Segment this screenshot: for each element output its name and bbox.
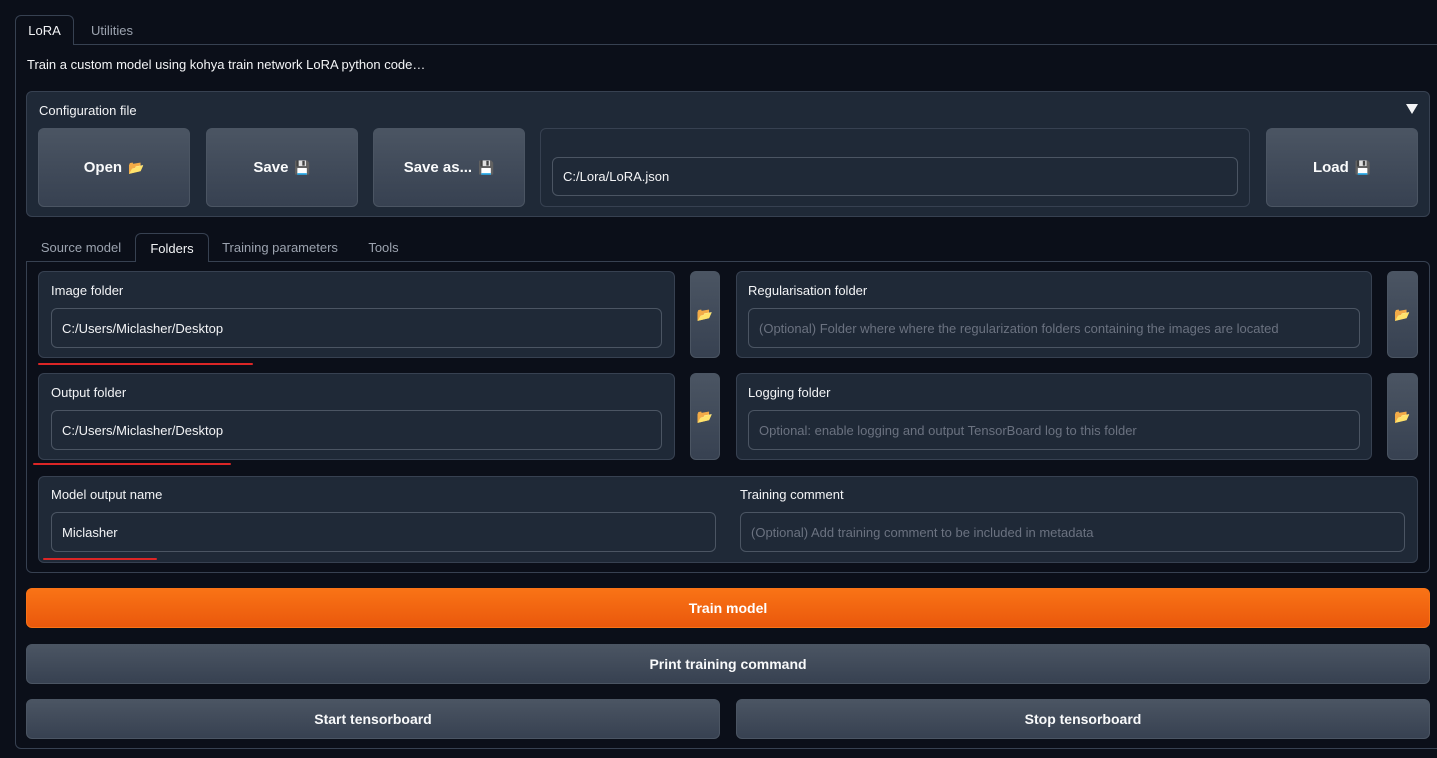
reg-folder-browse-button[interactable]: 📂 bbox=[1387, 271, 1418, 358]
tab-folders[interactable]: Folders bbox=[135, 233, 209, 262]
start-tensorboard-button[interactable]: Start tensorboard bbox=[26, 699, 720, 739]
save-label: Save bbox=[253, 159, 289, 176]
annotation-underline bbox=[38, 363, 253, 365]
annotation-underline bbox=[43, 558, 157, 560]
config-accordion-title[interactable]: Configuration file bbox=[39, 103, 137, 118]
open-label: Open bbox=[83, 159, 123, 176]
logging-folder-input[interactable]: Optional: enable logging and output Tens… bbox=[748, 410, 1360, 450]
output-folder-input[interactable]: C:/Users/Miclasher/Desktop bbox=[51, 410, 662, 450]
save-config-button[interactable]: Save 💾 bbox=[206, 128, 358, 207]
tab-source-model[interactable]: Source model bbox=[30, 233, 132, 262]
save-as-config-button[interactable]: Save as... 💾 bbox=[373, 128, 525, 207]
folder-icon: 📂 bbox=[1394, 306, 1411, 322]
reg-folder-label: Regularisation folder bbox=[748, 283, 868, 298]
folder-icon: 📂 bbox=[128, 159, 145, 175]
train-model-button[interactable]: Train model bbox=[26, 588, 1430, 628]
tab-label: Source model bbox=[40, 240, 122, 255]
tab-label: Training parameters bbox=[222, 240, 338, 255]
image-folder-browse-button[interactable]: 📂 bbox=[690, 271, 720, 358]
tab-label: LoRA bbox=[28, 23, 61, 38]
output-folder-browse-button[interactable]: 📂 bbox=[690, 373, 720, 460]
floppy-disk-icon: 💾 bbox=[294, 159, 311, 175]
floppy-disk-icon: 💾 bbox=[478, 159, 495, 175]
tab-label: Folders bbox=[150, 240, 194, 256]
logging-folder-browse-button[interactable]: 📂 bbox=[1387, 373, 1418, 460]
collapse-caret-icon[interactable] bbox=[1406, 104, 1418, 114]
tab-label: Utilities bbox=[91, 22, 133, 38]
folder-icon: 📂 bbox=[696, 306, 714, 322]
tab-tools[interactable]: Tools bbox=[356, 233, 411, 262]
tab-label: Tools bbox=[368, 240, 399, 255]
image-folder-input[interactable]: C:/Users/Miclasher/Desktop bbox=[51, 308, 662, 348]
image-folder-label: Image folder bbox=[51, 283, 124, 298]
output-folder-label: Output folder bbox=[51, 385, 127, 400]
print-training-command-button[interactable]: Print training command bbox=[26, 644, 1430, 684]
model-output-name-input[interactable]: Miclasher bbox=[51, 512, 716, 552]
floppy-disk-icon: 💾 bbox=[1354, 159, 1372, 175]
page-description: Train a custom model using kohya train n… bbox=[27, 57, 426, 72]
folder-icon: 📂 bbox=[1394, 408, 1411, 424]
training-comment-input[interactable]: (Optional) Add training comment to be in… bbox=[740, 512, 1405, 552]
logging-folder-label: Logging folder bbox=[748, 385, 831, 400]
model-output-name-label: Model output name bbox=[51, 487, 163, 502]
tab-utilities[interactable]: Utilities bbox=[78, 15, 146, 45]
config-file-path-input[interactable]: C:/Lora/LoRA.json bbox=[552, 157, 1238, 196]
open-config-button[interactable]: Open 📂 bbox=[38, 128, 190, 207]
annotation-underline bbox=[33, 463, 231, 465]
load-label: Load bbox=[1312, 159, 1349, 176]
folder-icon: 📂 bbox=[696, 408, 714, 424]
tab-training-parameters[interactable]: Training parameters bbox=[214, 233, 346, 262]
tab-lora[interactable]: LoRA bbox=[15, 15, 74, 45]
reg-folder-input[interactable]: (Optional) Folder where where the regula… bbox=[748, 308, 1360, 348]
training-comment-label: Training comment bbox=[740, 487, 844, 502]
save-as-label: Save as... bbox=[403, 159, 473, 176]
stop-tensorboard-button[interactable]: Stop tensorboard bbox=[736, 699, 1430, 739]
load-config-button[interactable]: Load 💾 bbox=[1266, 128, 1418, 207]
